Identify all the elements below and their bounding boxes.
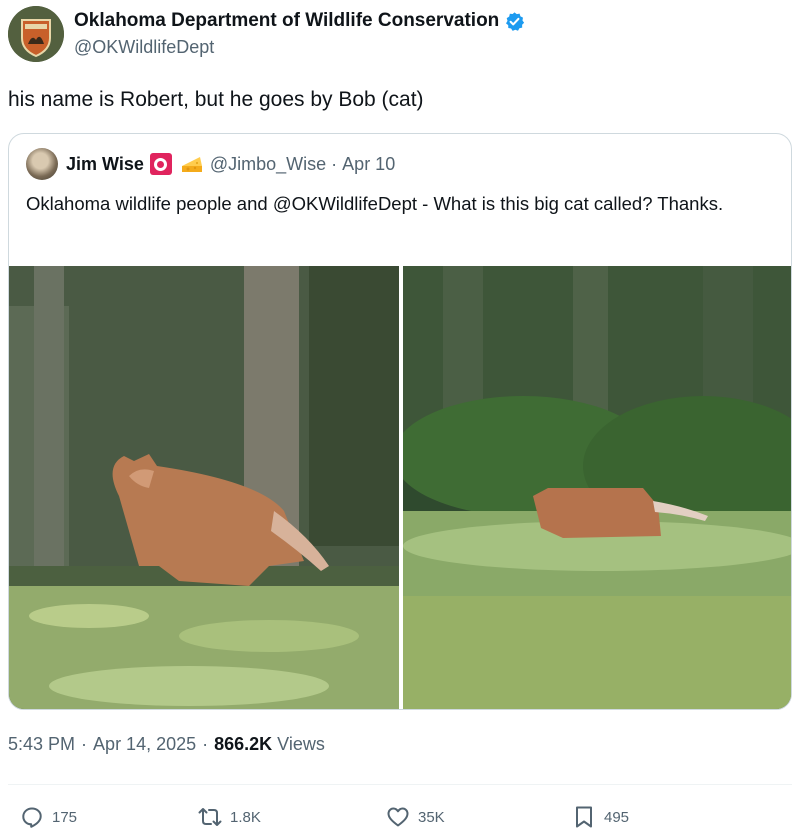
tweet-meta: 5:43 PM · Apr 14, 2025 · 866.2K Views — [8, 734, 325, 755]
cheese-emoji-icon — [181, 157, 202, 172]
like-count: 35K — [418, 808, 445, 826]
quoted-author-handle[interactable]: @Jimbo_Wise — [210, 154, 326, 175]
quoted-author-name[interactable]: Jim Wise — [66, 154, 144, 175]
reply-icon — [22, 807, 42, 828]
bookmark-count: 495 — [604, 808, 630, 826]
author-display-name[interactable]: Oklahoma Department of Wildlife Conserva… — [74, 10, 499, 32]
bookmark-button[interactable]: 495 — [572, 802, 629, 832]
retweet-icon — [198, 808, 222, 826]
agency-badge-icon — [8, 6, 64, 62]
bookmark-icon — [576, 806, 592, 828]
verified-badge-icon — [506, 11, 525, 31]
quoted-photo-left[interactable] — [9, 266, 399, 709]
retweet-count: 1.8K — [230, 808, 261, 826]
author-avatar[interactable] — [8, 6, 64, 62]
quoted-date[interactable]: Apr 10 — [342, 154, 395, 175]
tweet-text: his name is Robert, but he goes by Bob (… — [8, 88, 424, 111]
bobcat-photo-left-icon — [9, 266, 399, 709]
reply-count: 175 — [52, 808, 78, 826]
quoted-photo-right[interactable] — [403, 266, 791, 709]
heart-icon — [387, 807, 409, 827]
quoted-author-avatar[interactable] — [26, 148, 58, 180]
action-bar: 175 1.8K 35K 495 — [20, 802, 700, 832]
reply-button[interactable]: 175 — [20, 802, 77, 832]
tweet-date[interactable]: Apr 14, 2025 — [93, 734, 196, 755]
quoted-tweet-card[interactable]: Jim Wise @Jimbo_Wise · Apr 10 Oklahoma w… — [8, 133, 792, 710]
bobcat-photo-right-icon — [403, 266, 791, 709]
like-button[interactable]: 35K — [386, 802, 445, 832]
divider — [8, 784, 792, 785]
quoted-author-badge-icon — [149, 153, 172, 175]
views-label: Views — [277, 734, 325, 754]
views-count[interactable]: 866.2K — [214, 734, 272, 755]
meta-separator: · — [81, 734, 88, 754]
quoted-photo-grid — [9, 266, 791, 709]
tweet-time[interactable]: 5:43 PM — [8, 734, 75, 755]
quoted-separator: · — [331, 153, 338, 174]
retweet-button[interactable]: 1.8K — [198, 802, 261, 832]
quoted-tweet-text: Oklahoma wildlife people and @OKWildlife… — [26, 193, 724, 214]
tweet-header: Oklahoma Department of Wildlife Conserva… — [8, 6, 525, 66]
meta-separator-2: · — [202, 734, 209, 754]
author-handle[interactable]: @OKWildlifeDept — [74, 37, 525, 58]
